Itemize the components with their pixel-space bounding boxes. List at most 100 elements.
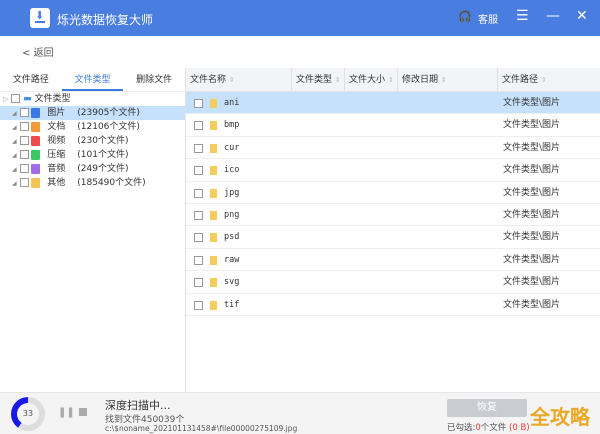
checkbox[interactable]: [19, 122, 29, 131]
file-path: 文件类型\图片: [503, 98, 561, 108]
tree-item[interactable]: ◢ 视频 (230个文件): [0, 134, 185, 148]
chevron-left-icon: <: [22, 48, 31, 59]
headset-icon[interactable]: 🎧: [458, 10, 472, 23]
app-title: 烁光数据恢复大师: [57, 13, 154, 27]
file-path: 文件类型\图片: [503, 120, 561, 131]
file-type-icon: [31, 135, 41, 146]
table-row[interactable]: psd 文件类型\图片: [186, 226, 600, 249]
tree-label: 图片: [47, 108, 66, 118]
selected-summary: 已勾选:0个文件 (0 B): [447, 423, 530, 433]
menu-icon[interactable]: ☰: [516, 8, 529, 24]
checkbox[interactable]: [194, 99, 203, 108]
tree-label: 音频: [47, 164, 66, 174]
table-row[interactable]: png 文件类型\图片: [186, 204, 600, 227]
back-button[interactable]: < 返回: [22, 44, 54, 59]
expand-icon[interactable]: ◢: [12, 110, 17, 117]
progress-ring: 33: [11, 397, 45, 431]
header-type[interactable]: 文件类型 ⇕: [292, 68, 345, 91]
tree-count: (12106个文件): [77, 122, 140, 132]
checkbox[interactable]: [194, 121, 203, 131]
file-path: 文件类型\图片: [503, 187, 561, 198]
folder-icon: [210, 300, 217, 310]
current-file: c:\$noname_20210113145​8#\file0000027510…: [105, 424, 298, 433]
tab-file-path[interactable]: 文件路径: [0, 68, 62, 91]
tree-root[interactable]: ▷ ▬ 文件类型: [0, 92, 185, 106]
expand-icon[interactable]: ◢: [12, 138, 17, 145]
file-type-icon: [31, 107, 41, 118]
folder-icon: [210, 255, 217, 265]
table-row[interactable]: ico 文件类型\图片: [186, 159, 600, 182]
file-table: 文件名称 ⇕ 文件类型 ⇕ 文件大小 ⇕ 修改日期 ⇕ 文件路径 ⇕ ani 文件…: [186, 68, 600, 316]
checkbox[interactable]: [194, 143, 203, 153]
file-name: ani: [224, 98, 240, 108]
file-type-icon: [31, 163, 41, 174]
header-date[interactable]: 修改日期 ⇕: [398, 68, 498, 91]
file-path: 文件类型\图片: [503, 277, 561, 288]
file-name: cur: [224, 142, 240, 153]
checkbox[interactable]: [194, 166, 203, 176]
header-size[interactable]: 文件大小 ⇕: [345, 68, 398, 91]
table-row[interactable]: bmp 文件类型\图片: [186, 114, 600, 137]
tree-label: 文件类型: [34, 94, 71, 104]
minimize-icon[interactable]: —: [546, 8, 560, 24]
file-name: svg: [224, 277, 240, 288]
header-path[interactable]: 文件路径 ⇕: [498, 68, 600, 91]
expand-icon[interactable]: ◢: [12, 124, 17, 131]
tree-count: (23905个文件): [77, 108, 140, 118]
folder-icon: [210, 166, 217, 176]
status-bar: 33 ❚❚ 深度扫描中... 找到文件450039个 c:\$noname_20…: [0, 392, 600, 434]
folder-icon: [210, 121, 217, 131]
restore-button[interactable]: 恢复: [447, 399, 527, 417]
table-row[interactable]: tif 文件类型\图片: [186, 294, 600, 316]
file-type-icon: [31, 177, 41, 188]
tree-item[interactable]: ◢ 图片 (23905个文件): [0, 106, 185, 120]
tree-label: 压缩: [47, 150, 66, 160]
expand-icon[interactable]: ◢: [12, 166, 17, 173]
table-row[interactable]: jpg 文件类型\图片: [186, 182, 600, 204]
tree-item[interactable]: ◢ 文档 (12106个文件): [0, 120, 185, 134]
tree-label: 视频: [47, 136, 66, 146]
tree-count: (101个文件): [77, 150, 129, 160]
customer-service-button[interactable]: 客服: [478, 11, 498, 26]
checkbox[interactable]: [194, 233, 203, 243]
checkbox[interactable]: [19, 108, 29, 117]
stop-icon[interactable]: [79, 408, 87, 416]
checkbox[interactable]: [19, 164, 29, 173]
file-name: bmp: [224, 120, 240, 131]
checkbox[interactable]: [19, 178, 29, 187]
checkbox[interactable]: [194, 255, 203, 265]
tree-item[interactable]: ◢ 音频 (249个文件): [0, 162, 185, 176]
folder-icon: [210, 188, 217, 198]
file-path: 文件类型\图片: [503, 142, 561, 153]
tree-count: (249个文件): [77, 164, 129, 174]
checkbox[interactable]: [19, 136, 29, 145]
header-name[interactable]: 文件名称 ⇕: [186, 68, 292, 91]
tree-count: (230个文件): [77, 136, 129, 146]
tab-deleted-files[interactable]: 删除文件: [123, 68, 185, 91]
tree-item[interactable]: ◢ 其他 (185490个文件): [0, 176, 185, 190]
close-icon[interactable]: ✕: [576, 8, 588, 24]
expand-icon[interactable]: ◢: [12, 152, 17, 159]
checkbox[interactable]: [194, 210, 203, 220]
expand-icon[interactable]: ▷: [3, 95, 8, 103]
checkbox[interactable]: [194, 188, 203, 198]
table-row[interactable]: ani 文件类型\图片: [186, 92, 600, 115]
app-logo-icon: [30, 8, 50, 28]
folder-icon: [210, 210, 217, 220]
expand-icon[interactable]: ◢: [12, 180, 17, 187]
checkbox[interactable]: [19, 150, 29, 159]
file-path: 文件类型\图片: [503, 254, 561, 265]
table-row[interactable]: cur 文件类型\图片: [186, 137, 600, 160]
checkbox[interactable]: [194, 300, 203, 310]
table-row[interactable]: raw 文件类型\图片: [186, 249, 600, 272]
checkbox[interactable]: [11, 94, 21, 103]
tree-item[interactable]: ◢ 压缩 (101个文件): [0, 148, 185, 162]
progress-value: 33: [17, 403, 39, 425]
checkbox[interactable]: [194, 278, 203, 288]
tab-file-type[interactable]: 文件类型: [61, 68, 124, 91]
file-name: png: [224, 209, 240, 220]
pause-icon[interactable]: ❚❚: [58, 407, 75, 418]
table-row[interactable]: svg 文件类型\图片: [186, 271, 600, 294]
file-name: psd: [224, 232, 240, 243]
file-path: 文件类型\图片: [503, 165, 561, 176]
